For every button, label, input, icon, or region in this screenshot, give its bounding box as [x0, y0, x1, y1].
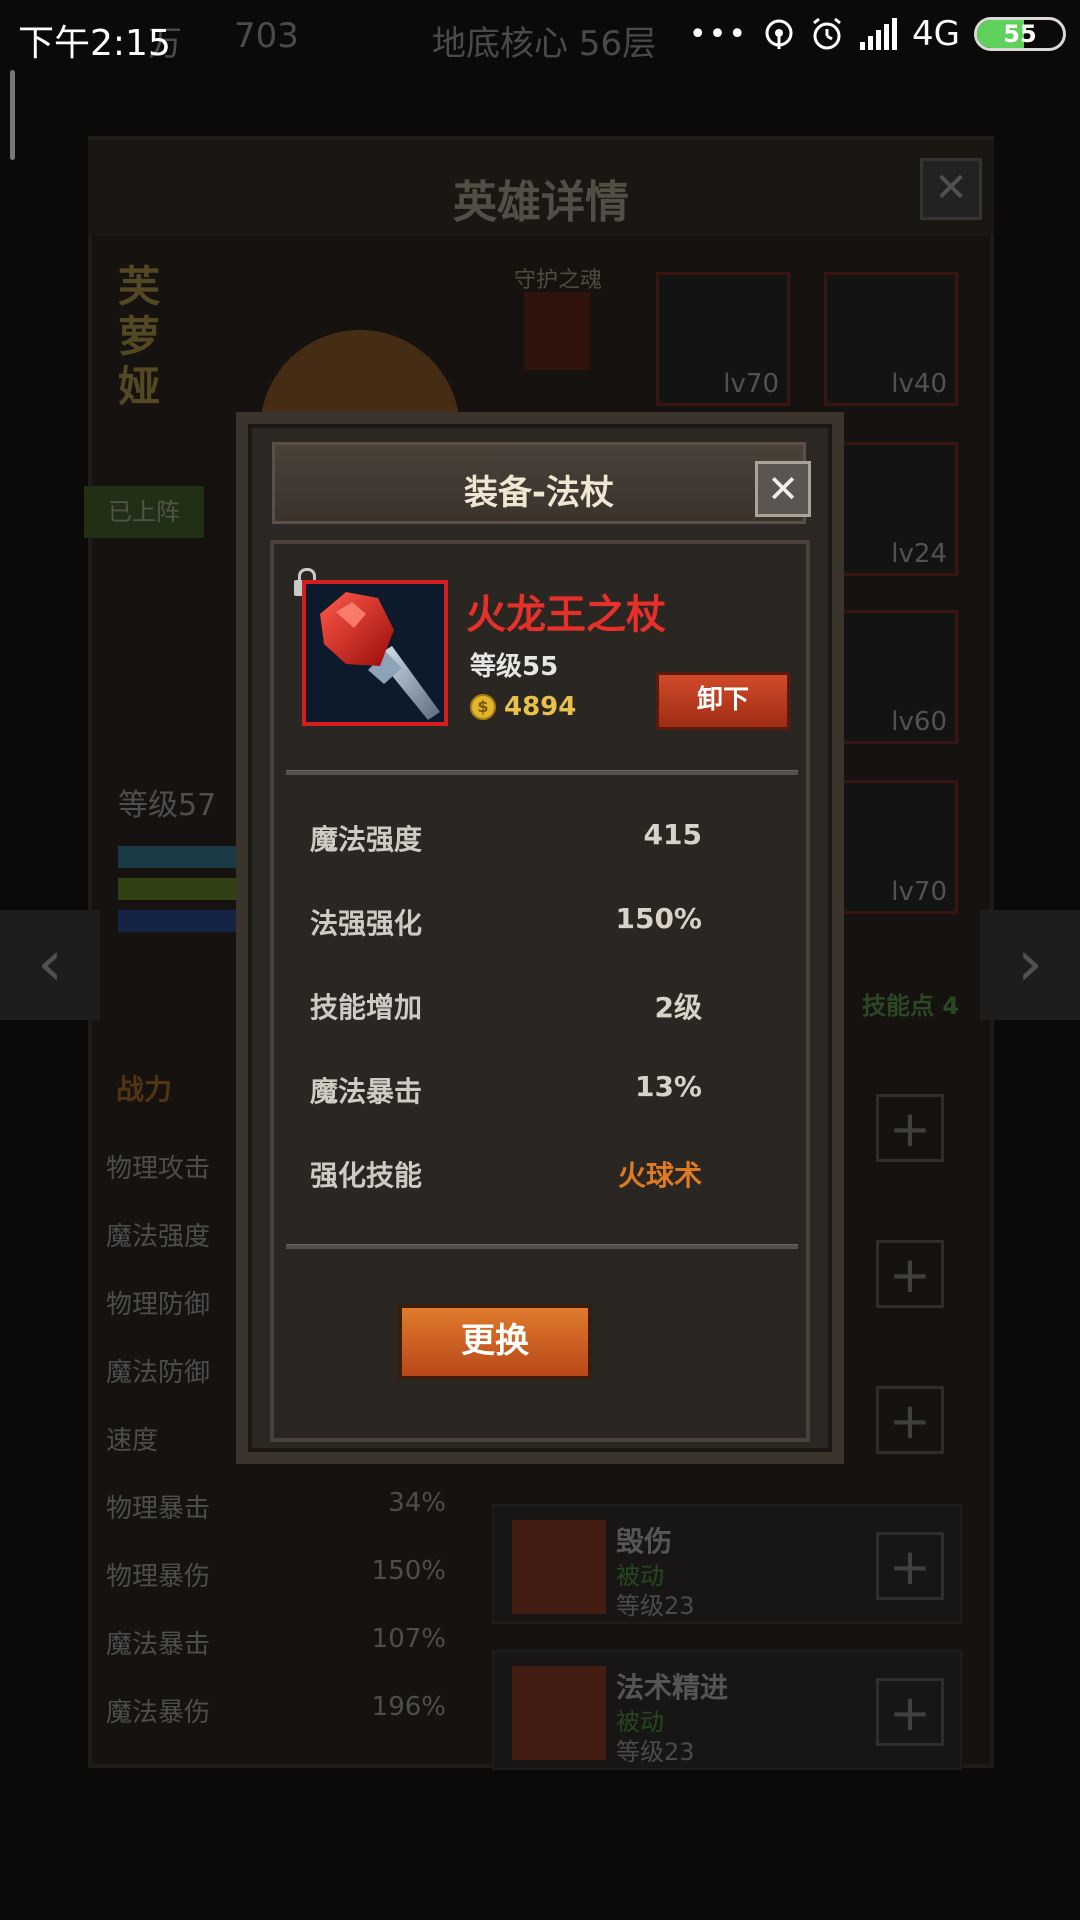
hero-panel-title: 英雄详情	[453, 177, 629, 228]
equip-slot-4[interactable]: lv60	[824, 610, 958, 744]
attribute-row: 强化技能 火球术	[310, 1159, 702, 1192]
deployed-badge: 已上阵	[84, 486, 204, 538]
battery-level: 55	[1003, 20, 1037, 48]
equipment-dialog: 装备-法杖 ✕ 火龙王之杖 等级55 $ 4894 卸下 魔法强度 415 法强强…	[236, 412, 844, 1464]
mana-bar	[118, 910, 238, 932]
guard-soul-icon[interactable]	[524, 292, 590, 370]
attribute-row: 魔法暴击 13%	[310, 1070, 702, 1108]
skill-level: 等级23	[616, 1738, 695, 1766]
skill-level: 等级23	[616, 1592, 695, 1620]
hero-close-button[interactable]: ✕	[920, 158, 982, 220]
hero-level: 等级57	[118, 788, 217, 823]
stat-row: 魔法暴击 107%	[106, 1624, 446, 1660]
attribute-row: 魔法强度 415	[310, 818, 702, 856]
dialog-header: 装备-法杖	[272, 442, 806, 524]
more-notifications-icon: •••	[688, 16, 749, 52]
divider	[286, 1244, 798, 1249]
status-bar: 下午2:15 ••• 4G 55	[0, 0, 1080, 78]
skill-upgrade-button[interactable]: +	[876, 1532, 944, 1600]
attribute-row: 法强强化 150%	[310, 902, 702, 940]
skill-upgrade-button[interactable]: +	[876, 1240, 944, 1308]
equip-slot-1[interactable]: lv70	[656, 272, 790, 406]
stat-row: 物理暴击 34%	[106, 1488, 446, 1524]
prev-hero-button[interactable]: ‹	[0, 910, 100, 1020]
unequip-button[interactable]: 卸下	[656, 672, 790, 730]
skill-upgrade-button[interactable]: +	[876, 1094, 944, 1162]
skill-icon	[512, 1666, 606, 1760]
equip-slot-3[interactable]: lv24	[824, 442, 958, 576]
signal-icon	[860, 18, 898, 50]
scroll-indicator	[10, 70, 15, 160]
dialog-title: 装备-法杖	[463, 473, 615, 513]
exp-bar	[118, 878, 238, 900]
item-icon[interactable]	[302, 580, 448, 726]
alarm-icon	[813, 17, 841, 50]
hero-title-bar: 英雄详情	[88, 140, 994, 236]
hero-name: 芙萝娅	[118, 262, 161, 411]
skill-name: 毁伤	[616, 1525, 673, 1558]
staff-icon	[320, 592, 440, 720]
skill-points: 技能点 4	[862, 992, 960, 1020]
skill-upgrade-button[interactable]: +	[876, 1386, 944, 1454]
item-price: 4894	[504, 692, 577, 722]
skill-upgrade-button[interactable]: +	[876, 1678, 944, 1746]
battery-icon: 55	[974, 17, 1066, 51]
clock: 下午2:15	[18, 23, 171, 64]
guard-soul-label: 守护之魂	[514, 268, 603, 293]
next-hero-button[interactable]: ›	[980, 910, 1080, 1020]
close-button[interactable]: ✕	[755, 461, 811, 517]
equip-slot-5[interactable]: lv70	[824, 780, 958, 914]
item-name: 火龙王之杖	[466, 592, 666, 638]
stat-row: 物理暴伤 150%	[106, 1556, 446, 1592]
hotspot-icon	[765, 19, 793, 49]
stat-row: 魔法暴伤 196%	[106, 1692, 446, 1728]
gold-coin-icon: $	[470, 694, 496, 720]
equip-slot-2[interactable]: lv40	[824, 272, 958, 406]
divider	[286, 770, 798, 775]
hp-bar	[118, 846, 238, 868]
skill-name: 法术精进	[616, 1671, 729, 1704]
skill-icon	[512, 1520, 606, 1614]
item-level: 等级55	[470, 652, 559, 682]
replace-button[interactable]: 更换	[398, 1304, 592, 1380]
attribute-row: 技能增加 2级	[310, 991, 702, 1024]
network-type: 4G	[912, 14, 960, 54]
